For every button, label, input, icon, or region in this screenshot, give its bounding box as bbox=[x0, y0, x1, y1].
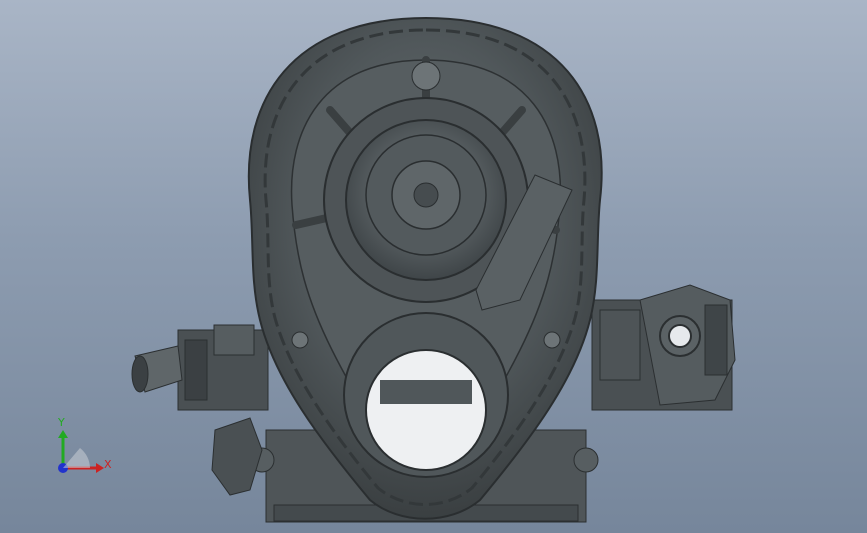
x-axis-label: X bbox=[104, 458, 112, 471]
y-axis-arrowhead bbox=[58, 430, 68, 438]
engine-front-cover-model[interactable]: X Y bbox=[0, 0, 867, 533]
coordinate-triad: X Y bbox=[57, 416, 112, 473]
y-axis-label: Y bbox=[57, 416, 65, 429]
left-accessory bbox=[131, 324, 269, 411]
triad-plane-icon bbox=[63, 448, 90, 468]
right-accessory bbox=[591, 284, 736, 411]
x-axis-arrowhead bbox=[96, 463, 104, 473]
graphics-viewport[interactable]: X Y bbox=[0, 0, 867, 533]
